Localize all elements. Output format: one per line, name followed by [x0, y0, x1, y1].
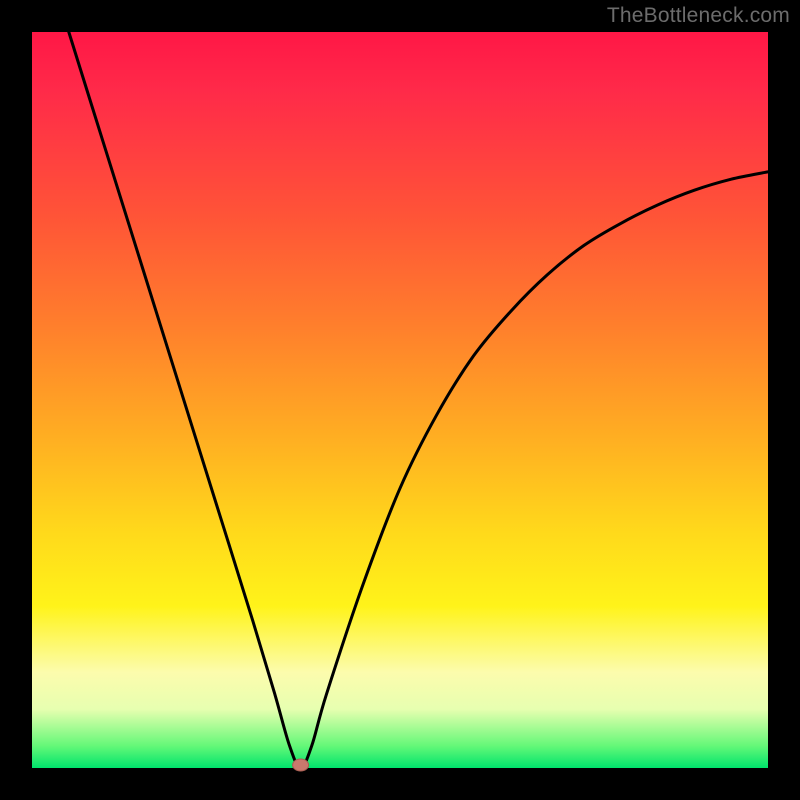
plot-area [32, 32, 768, 768]
bottleneck-curve [32, 32, 768, 768]
chart-frame: TheBottleneck.com [0, 0, 800, 800]
curve-path [69, 32, 768, 768]
minimum-marker [293, 759, 309, 771]
watermark-text: TheBottleneck.com [607, 4, 790, 28]
